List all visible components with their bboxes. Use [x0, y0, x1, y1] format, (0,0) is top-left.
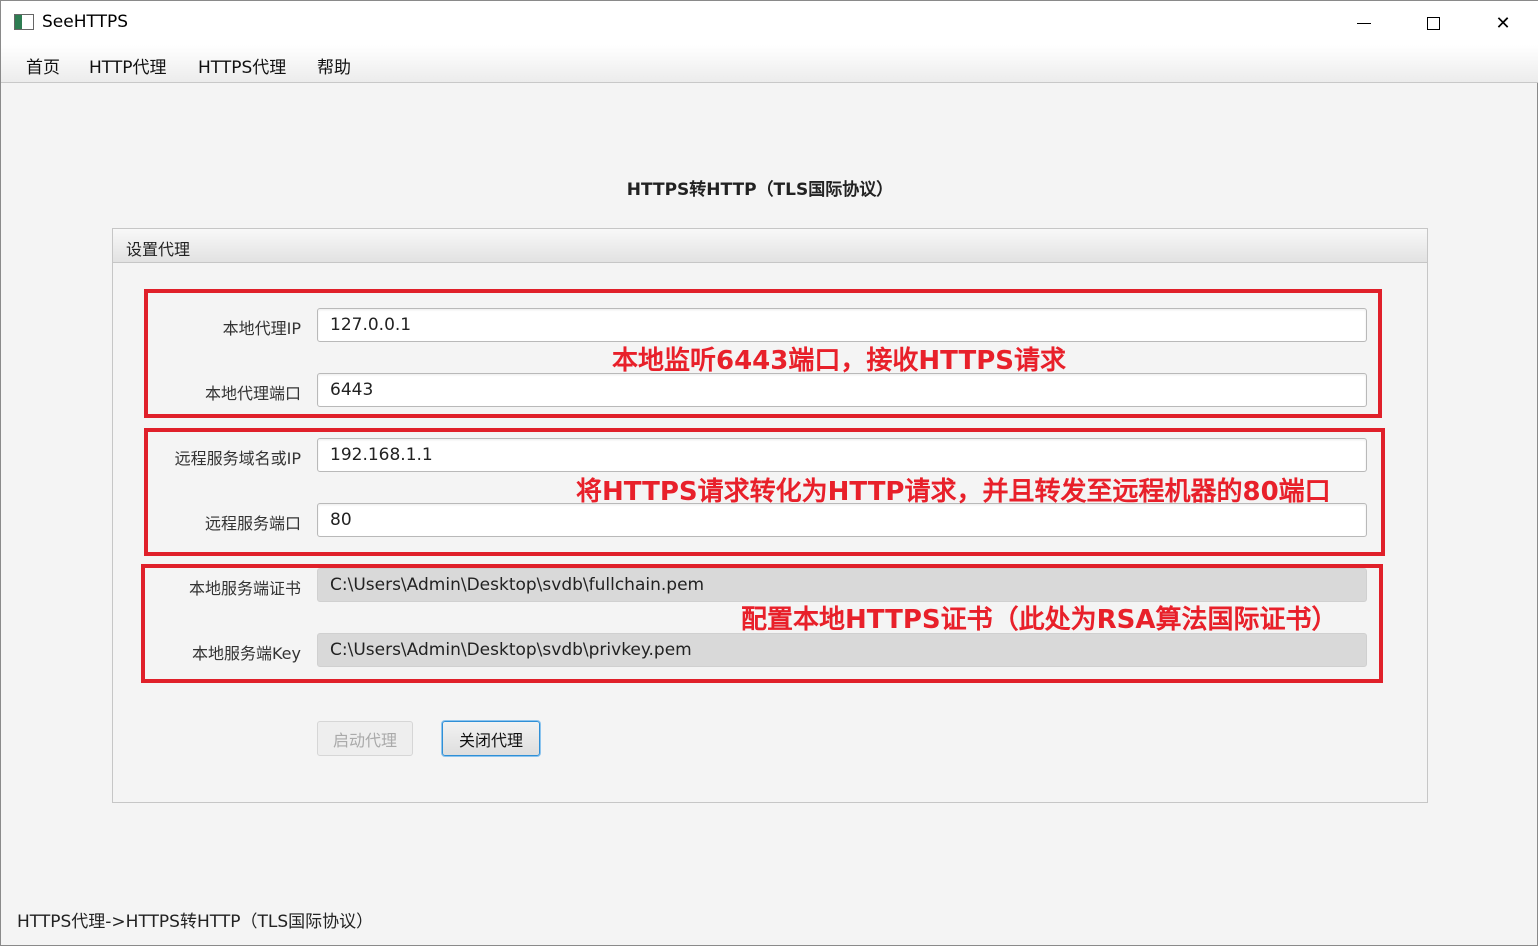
maximize-icon	[1426, 16, 1440, 30]
app-window: SeeHTTPS ✕ 首页 HTTP代理 HTTPS代理 帮助 HTTPS转HT…	[0, 0, 1538, 946]
annotation-cert: 配置本地HTTPS证书（此处为RSA算法国际证书）	[741, 605, 1338, 635]
annotation-forward: 将HTTPS请求转化为HTTP请求，并且转发至远程机器的80端口	[576, 477, 1331, 507]
menu-help[interactable]: 帮助	[317, 53, 351, 78]
start-proxy-button[interactable]: 启动代理	[317, 721, 413, 756]
group-header: 设置代理	[113, 229, 1427, 263]
close-icon: ✕	[1495, 12, 1511, 34]
stop-proxy-button[interactable]: 关闭代理	[442, 721, 540, 756]
menu-https-proxy[interactable]: HTTPS代理	[198, 53, 286, 78]
menu-home[interactable]: 首页	[26, 53, 60, 78]
app-icon	[14, 14, 34, 30]
status-bar-text: HTTPS代理->HTTPS转HTTP（TLS国际协议）	[17, 912, 374, 932]
group-title: 设置代理	[126, 240, 191, 259]
menu-http-proxy[interactable]: HTTP代理	[89, 53, 167, 78]
minimize-icon	[1357, 22, 1371, 24]
title-bar: SeeHTTPS ✕	[1, 1, 1538, 45]
close-button[interactable]: ✕	[1468, 1, 1538, 45]
annotation-listen: 本地监听6443端口，接收HTTPS请求	[612, 346, 1066, 376]
minimize-button[interactable]	[1329, 1, 1399, 45]
maximize-button[interactable]	[1398, 1, 1468, 45]
window-title: SeeHTTPS	[42, 12, 129, 32]
page-title: HTTPS转HTTP（TLS国际协议）	[626, 180, 894, 200]
menu-bar: 首页 HTTP代理 HTTPS代理 帮助	[1, 45, 1538, 83]
